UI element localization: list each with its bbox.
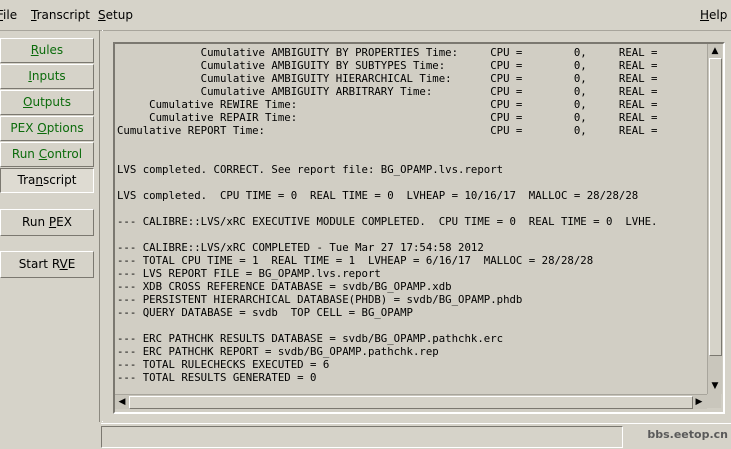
transcript-line: Cumulative AMBIGUITY HIERARCHICAL Time: … [117, 72, 658, 85]
outputs-button[interactable]: Outputs [0, 90, 94, 115]
horizontal-scroll-thumb[interactable] [129, 396, 693, 409]
menu-transcript[interactable]: Transcript [31, 8, 90, 22]
status-field [101, 426, 623, 448]
transcript-line [117, 176, 707, 189]
transcript-panel: Cumulative AMBIGUITY BY PROPERTIES Time:… [101, 31, 731, 421]
transcript-line [117, 319, 707, 332]
pex-options-button[interactable]: PEX Options [0, 116, 94, 141]
transcript-line: Cumulative REWIRE Time: CPU = 0, REAL = [117, 98, 658, 111]
transcript-line: --- XDB CROSS REFERENCE DATABASE = svdb/… [117, 280, 452, 293]
sidebar: Rules Inputs Outputs PEX Options Run Con… [0, 34, 98, 448]
scroll-left-arrow-icon[interactable]: ◀ [116, 396, 128, 408]
transcript-line: --- PERSISTENT HIERARCHICAL DATABASE(PHD… [117, 293, 523, 306]
transcript-line: --- CALIBRE::LVS/xRC EXECUTIVE MODULE CO… [117, 215, 658, 228]
scroll-right-arrow-icon[interactable]: ▶ [693, 396, 705, 408]
transcript-line: Cumulative REPAIR Time: CPU = 0, REAL = [117, 111, 658, 124]
run-pex-button[interactable]: Run PEX [0, 209, 94, 236]
watermark-text: bbs.eetop.cn [647, 428, 728, 441]
transcript-text[interactable]: Cumulative AMBIGUITY BY PROPERTIES Time:… [117, 46, 707, 394]
transcript-line [117, 137, 707, 150]
inputs-button[interactable]: Inputs [0, 64, 94, 89]
transcript-button[interactable]: Transcript [0, 168, 94, 193]
menu-setup[interactable]: Setup [98, 8, 133, 22]
status-bar [101, 423, 731, 449]
start-rve-button[interactable]: Start RVE [0, 251, 94, 278]
horizontal-scrollbar[interactable]: ◀ ▶ [115, 394, 707, 409]
transcript-line: --- CALIBRE::LVS/xRC COMPLETED - Tue Mar… [117, 241, 484, 254]
transcript-line [117, 202, 707, 215]
menu-help[interactable]: Help [700, 8, 727, 22]
transcript-line [117, 228, 707, 241]
transcript-line: --- ERC PATHCHK RESULTS DATABASE = svdb/… [117, 332, 504, 345]
transcript-line: Cumulative AMBIGUITY BY SUBTYPES Time: C… [117, 59, 658, 72]
transcript-line: Cumulative AMBIGUITY ARBITRARY Time: CPU… [117, 85, 658, 98]
transcript-line: --- LVS REPORT FILE = BG_OPAMP.lvs.repor… [117, 267, 381, 280]
run-control-button[interactable]: Run Control [0, 142, 94, 167]
scroll-up-arrow-icon[interactable]: ▲ [709, 45, 721, 57]
transcript-line: LVS completed. CORRECT. See report file:… [117, 163, 504, 176]
transcript-line: --- QUERY DATABASE = svdb TOP CELL = BG_… [117, 306, 413, 319]
transcript-line: --- TOTAL RULECHECKS EXECUTED = 6 [117, 358, 330, 371]
transcript-line: LVS completed. CPU TIME = 0 REAL TIME = … [117, 189, 639, 202]
transcript-line [117, 150, 707, 163]
rules-button[interactable]: Rules [0, 38, 94, 63]
vertical-scrollbar[interactable]: ▲ ▼ [707, 44, 722, 394]
transcript-line: Cumulative REPORT Time: CPU = 0, REAL = [117, 124, 658, 137]
transcript-line: --- TOTAL RESULTS GENERATED = 0 [117, 371, 317, 384]
vertical-scroll-thumb[interactable] [709, 58, 722, 356]
scrollbar-corner [707, 394, 721, 408]
scroll-down-arrow-icon[interactable]: ▼ [709, 380, 721, 392]
transcript-line: --- TOTAL CPU TIME = 1 REAL TIME = 1 LVH… [117, 254, 594, 267]
menu-file[interactable]: File [0, 8, 17, 22]
transcript-line: Cumulative AMBIGUITY BY PROPERTIES Time:… [117, 46, 658, 59]
transcript-line: --- ERC PATHCHK REPORT = svdb/BG_OPAMP.p… [117, 345, 439, 358]
transcript-frame: Cumulative AMBIGUITY BY PROPERTIES Time:… [113, 42, 725, 414]
menu-bar: File Transcript Setup Help [0, 0, 731, 31]
